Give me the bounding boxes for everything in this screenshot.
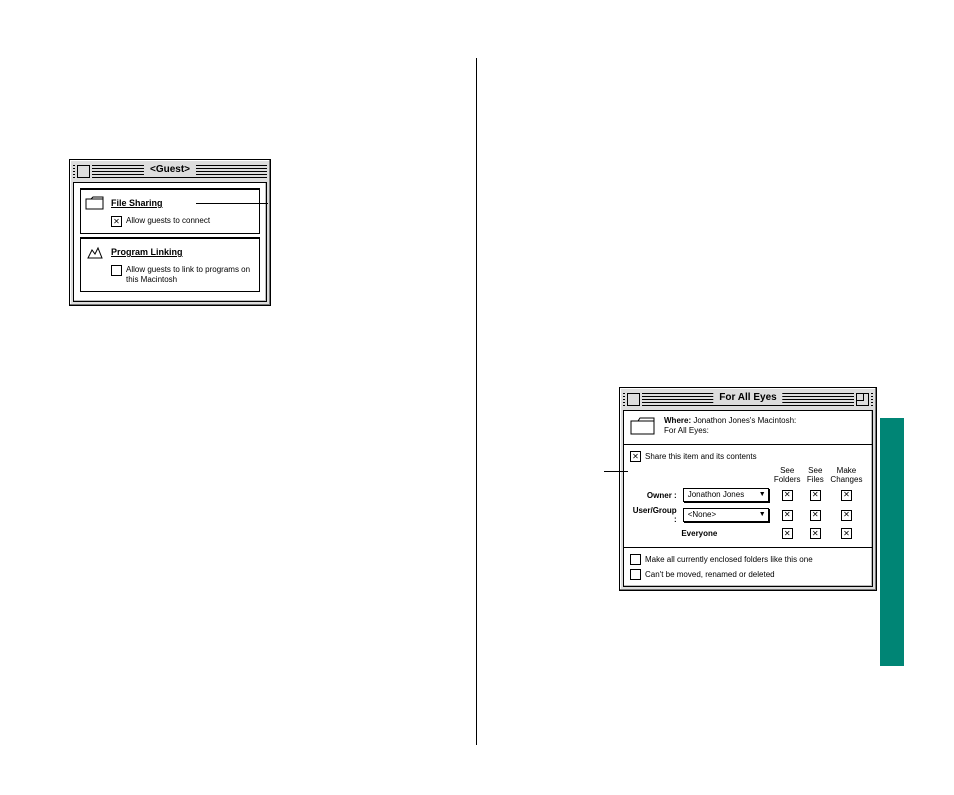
row-owner: Owner : Jonathon Jones ▼ [630,486,866,504]
usergroup-see-folders-checkbox[interactable] [782,510,793,521]
row-everyone: Everyone [630,526,866,541]
divider [624,444,872,445]
divider [624,547,872,548]
owner-make-changes-checkbox[interactable] [841,490,852,501]
usergroup-see-files-checkbox[interactable] [810,510,821,521]
file-sharing-section: File Sharing Allow guests to connect [80,188,260,234]
window-title: <Guest> [144,164,196,175]
titlebar[interactable]: <Guest> [73,163,267,179]
popup-triangle-icon: ▼ [759,489,766,501]
close-box-icon[interactable] [627,393,640,406]
cant-be-moved-label: Can't be moved, renamed or deleted [645,570,775,579]
page-divider [476,58,477,745]
everyone-label: Everyone [630,526,771,541]
program-linking-label: Program Linking [111,247,183,257]
owner-popup-value: Jonathon Jones [688,489,745,501]
allow-guests-connect-checkbox[interactable] [111,216,122,227]
allow-guests-link-checkbox[interactable] [111,265,122,276]
allow-guests-connect-label: Allow guests to connect [126,216,210,226]
everyone-make-changes-checkbox[interactable] [841,528,852,539]
window-title: For All Eyes [713,392,782,403]
program-linking-icon [85,243,105,261]
allow-guests-link-label: Allow guests to link to programs on this… [126,265,255,285]
make-enclosed-like-this-label: Make all currently enclosed folders like… [645,555,813,564]
share-item-label: Share this item and its contents [645,452,757,461]
guest-access-window: <Guest> File Sharing Allow guests to con… [70,160,270,305]
user-group-popup[interactable]: <None> ▼ [683,508,769,522]
folder-icon [630,416,658,438]
where-label: Where: [664,416,691,425]
sharing-permissions-window: For All Eyes Where: Jonathon Jones's Mac… [620,388,876,590]
owner-see-files-checkbox[interactable] [810,490,821,501]
user-group-label: User/Group : [630,504,681,526]
owner-label: Owner : [630,486,681,504]
owner-popup[interactable]: Jonathon Jones ▼ [683,488,769,502]
share-item-checkbox[interactable] [630,451,641,462]
cant-be-moved-checkbox[interactable] [630,569,641,580]
zoom-box-icon[interactable] [856,393,869,406]
close-box-icon[interactable] [77,165,90,178]
program-linking-section: Program Linking Allow guests to link to … [80,237,260,292]
where-path-line1: Jonathon Jones's Macintosh: [693,416,796,425]
chapter-thumb-tab [880,418,904,666]
permissions-table: See Folders See Files Make Changes Owner… [630,466,866,541]
callout-line [196,203,268,204]
col-see-folders: See Folders [771,466,804,486]
col-see-files: See Files [804,466,827,486]
owner-see-folders-checkbox[interactable] [782,490,793,501]
window-body: File Sharing Allow guests to connect Pro… [73,182,267,302]
where-path-line2: For All Eyes: [664,426,709,435]
row-user-group: User/Group : <None> ▼ [630,504,866,526]
folder-icon [85,194,105,212]
file-sharing-label: File Sharing [111,198,163,208]
usergroup-make-changes-checkbox[interactable] [841,510,852,521]
window-body: Where: Jonathon Jones's Macintosh: For A… [623,410,873,587]
popup-triangle-icon: ▼ [759,509,766,521]
col-make-changes: Make Changes [827,466,866,486]
make-enclosed-like-this-checkbox[interactable] [630,554,641,565]
user-group-popup-value: <None> [688,509,716,521]
everyone-see-files-checkbox[interactable] [810,528,821,539]
everyone-see-folders-checkbox[interactable] [782,528,793,539]
where-row: Where: Jonathon Jones's Macintosh: For A… [630,416,866,438]
callout-line [604,471,628,472]
titlebar[interactable]: For All Eyes [623,391,873,407]
